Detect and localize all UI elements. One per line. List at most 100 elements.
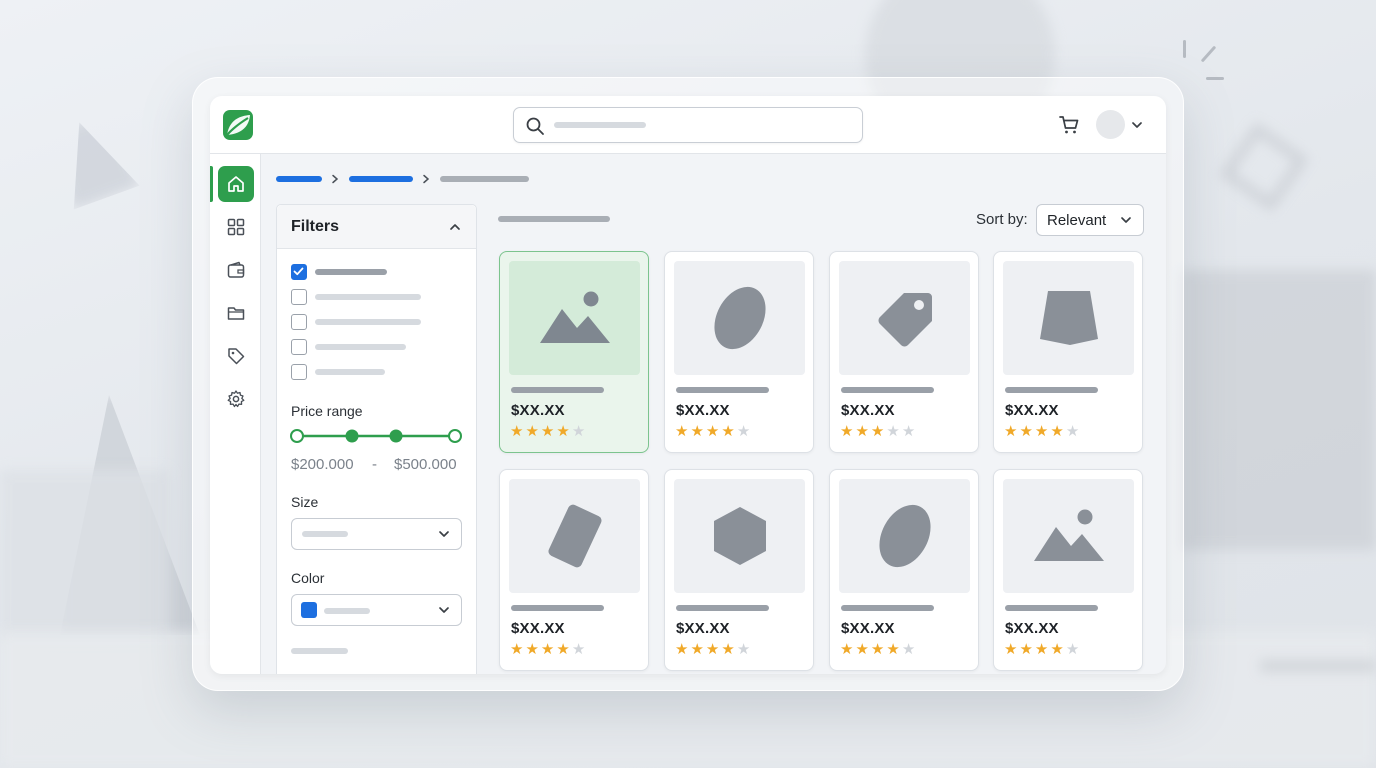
breadcrumb-item[interactable] bbox=[276, 176, 322, 182]
star-icon: ★ bbox=[736, 422, 751, 440]
filter-option-label bbox=[315, 269, 387, 275]
color-select-value bbox=[324, 608, 370, 614]
filter-checkbox[interactable] bbox=[291, 314, 307, 330]
sidebar-item-tags[interactable] bbox=[218, 338, 254, 374]
wallet-icon bbox=[227, 261, 245, 278]
product-image bbox=[674, 479, 805, 593]
color-label: Color bbox=[291, 570, 325, 586]
star-icon: ★ bbox=[901, 640, 916, 658]
product-card[interactable]: $XX.XX ★ ★ ★ ★ ★ bbox=[499, 469, 649, 671]
price-max: $500.000 bbox=[394, 456, 457, 473]
chevron-up-icon[interactable] bbox=[448, 220, 462, 234]
size-select[interactable] bbox=[291, 518, 462, 550]
product-name bbox=[1005, 387, 1098, 393]
star-icon: ★ bbox=[705, 640, 720, 658]
star-icon: ★ bbox=[690, 422, 704, 440]
filter-checkbox[interactable] bbox=[291, 364, 307, 380]
star-icon: ★ bbox=[571, 422, 586, 440]
color-swatch bbox=[301, 602, 317, 618]
product-image bbox=[839, 261, 970, 375]
star-icon: ★ bbox=[1019, 422, 1033, 440]
star-icon: ★ bbox=[886, 640, 900, 658]
product-price: $XX.XX bbox=[841, 402, 895, 419]
product-card[interactable]: $XX.XX ★ ★ ★ ★ ★ bbox=[993, 469, 1143, 671]
price-separator: - bbox=[372, 456, 377, 473]
filter-option-label bbox=[315, 369, 385, 375]
product-rating: ★ ★ ★ ★ ★ bbox=[1004, 642, 1079, 657]
product-card[interactable]: $XX.XX ★ ★ ★ ★ ★ bbox=[499, 251, 649, 453]
filter-checkbox[interactable] bbox=[291, 264, 307, 280]
checkmark-icon bbox=[293, 267, 304, 276]
sidebar-item-categories[interactable] bbox=[218, 209, 254, 245]
sidebar-item-wallet[interactable] bbox=[218, 252, 254, 288]
star-icon: ★ bbox=[556, 422, 570, 440]
star-icon: ★ bbox=[556, 640, 570, 658]
star-icon: ★ bbox=[1050, 640, 1064, 658]
trapezoid-shape-icon bbox=[1039, 291, 1098, 345]
color-select[interactable] bbox=[291, 594, 462, 626]
filter-checkbox[interactable] bbox=[291, 339, 307, 355]
star-icon: ★ bbox=[855, 640, 869, 658]
star-icon: ★ bbox=[1034, 640, 1049, 658]
star-icon: ★ bbox=[1034, 422, 1049, 440]
breadcrumb-item[interactable] bbox=[349, 176, 413, 182]
product-rating: ★ ★ ★ ★ ★ bbox=[510, 642, 585, 657]
star-icon: ★ bbox=[721, 640, 735, 658]
chevron-right-icon bbox=[423, 174, 430, 184]
background-shape bbox=[1260, 660, 1376, 672]
product-name bbox=[841, 387, 934, 393]
star-icon: ★ bbox=[736, 640, 751, 658]
filter-checkbox[interactable] bbox=[291, 289, 307, 305]
filter-option-label bbox=[315, 319, 421, 325]
sidebar-item-home[interactable] bbox=[218, 166, 254, 202]
sort-label: Sort by: bbox=[976, 211, 1028, 228]
star-icon: ★ bbox=[870, 640, 885, 658]
product-name bbox=[511, 605, 604, 611]
card-shape-icon bbox=[547, 504, 602, 568]
product-price: $XX.XX bbox=[1005, 620, 1059, 637]
product-rating: ★ ★ ★ ★ ★ bbox=[675, 424, 750, 439]
sidebar-item-folders[interactable] bbox=[218, 295, 254, 331]
product-rating: ★ ★ ★ ★ ★ bbox=[510, 424, 585, 439]
product-name bbox=[676, 605, 769, 611]
star-icon: ★ bbox=[525, 422, 539, 440]
folder-icon bbox=[227, 307, 245, 320]
product-price: $XX.XX bbox=[511, 620, 565, 637]
star-icon: ★ bbox=[1065, 422, 1080, 440]
star-icon: ★ bbox=[525, 640, 539, 658]
search-input[interactable] bbox=[513, 107, 863, 143]
product-price: $XX.XX bbox=[676, 402, 730, 419]
size-select-value bbox=[302, 531, 348, 537]
star-icon: ★ bbox=[1065, 640, 1080, 658]
product-image bbox=[674, 261, 805, 375]
product-card[interactable]: $XX.XX ★ ★ ★ ★ ★ bbox=[993, 251, 1143, 453]
search-placeholder bbox=[554, 122, 646, 128]
product-card[interactable]: $XX.XX ★ ★ ★ ★ ★ bbox=[664, 251, 814, 453]
product-card[interactable]: $XX.XX ★ ★ ★ ★ ★ bbox=[829, 469, 979, 671]
cart-icon[interactable] bbox=[1058, 114, 1080, 136]
avatar[interactable] bbox=[1096, 110, 1125, 139]
product-card[interactable]: $XX.XX ★ ★ ★ ★ ★ bbox=[829, 251, 979, 453]
home-icon bbox=[228, 176, 244, 192]
sort-select[interactable]: Relevant bbox=[1036, 204, 1144, 236]
price-range-slider[interactable] bbox=[290, 426, 462, 446]
filters-header[interactable]: Filters bbox=[277, 205, 476, 249]
star-icon: ★ bbox=[840, 422, 854, 440]
product-price: $XX.XX bbox=[511, 402, 565, 419]
star-icon: ★ bbox=[855, 422, 869, 440]
star-icon: ★ bbox=[870, 422, 885, 440]
star-icon: ★ bbox=[690, 640, 704, 658]
logo-icon[interactable] bbox=[223, 110, 253, 140]
chevron-down-icon[interactable] bbox=[1130, 118, 1144, 132]
product-image bbox=[1003, 479, 1134, 593]
star-icon: ★ bbox=[721, 422, 735, 440]
product-price: $XX.XX bbox=[676, 620, 730, 637]
sparkle-decoration bbox=[1206, 77, 1224, 80]
star-icon: ★ bbox=[510, 422, 524, 440]
active-indicator bbox=[210, 166, 213, 202]
filter-section-label bbox=[291, 648, 348, 654]
sidebar-item-settings[interactable] bbox=[218, 381, 254, 417]
product-card[interactable]: $XX.XX ★ ★ ★ ★ ★ bbox=[664, 469, 814, 671]
chevron-down-icon bbox=[439, 607, 449, 613]
product-rating: ★ ★ ★ ★ ★ bbox=[675, 642, 750, 657]
